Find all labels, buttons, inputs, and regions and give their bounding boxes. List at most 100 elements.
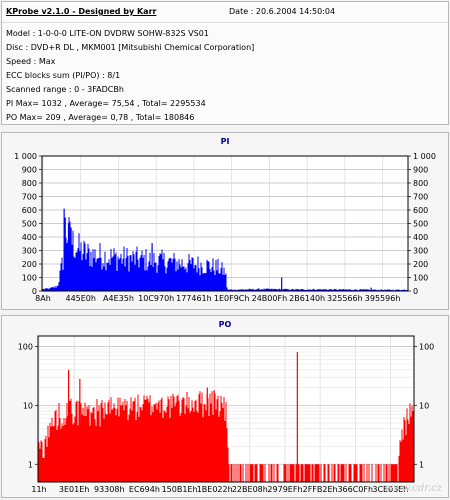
data-bar (192, 257, 194, 291)
data-bar (407, 419, 409, 482)
data-bar (43, 457, 45, 482)
data-bar (215, 260, 217, 291)
data-bar (61, 257, 63, 291)
pi-stats: PI Max= 1032 , Average= 75,54 , Total= 2… (6, 99, 206, 108)
data-bar (103, 418, 105, 482)
data-bar (202, 417, 204, 482)
data-bar (83, 240, 85, 291)
data-bar (175, 402, 177, 482)
data-bar (120, 253, 122, 291)
data-bar (215, 409, 217, 482)
data-bar (210, 403, 212, 482)
data-bar (145, 249, 147, 291)
data-spike (68, 369, 70, 482)
data-bar (77, 248, 79, 291)
data-bar (133, 400, 135, 482)
data-bar (176, 261, 178, 291)
data-bar (118, 416, 120, 482)
data-bar (181, 399, 183, 482)
data-bar (117, 397, 119, 482)
data-bar (240, 464, 242, 482)
data-bar (264, 464, 266, 482)
data-bar (104, 402, 106, 482)
data-bar (87, 243, 89, 291)
data-bar (409, 403, 411, 482)
data-bar (359, 464, 361, 482)
data-bar (182, 397, 184, 482)
data-bar (187, 408, 189, 482)
data-bar (222, 408, 224, 482)
data-bar (203, 272, 205, 291)
data-bar (135, 251, 137, 291)
data-bar (383, 464, 385, 482)
y-tick-label: 600 (22, 206, 37, 215)
data-bar (172, 393, 174, 482)
data-bar (155, 262, 157, 291)
data-bar (89, 266, 91, 291)
data-bar (114, 408, 116, 482)
data-bar (393, 464, 395, 482)
data-bar (337, 464, 339, 482)
data-bar (388, 464, 390, 482)
data-bar (385, 464, 387, 482)
data-bar (180, 413, 182, 482)
data-bar (221, 402, 223, 482)
data-bar (316, 464, 318, 482)
data-bar (218, 416, 220, 482)
data-bar (338, 464, 340, 482)
data-bar (200, 262, 202, 291)
data-spike (64, 217, 66, 291)
data-bar (186, 272, 188, 291)
data-bar (179, 264, 181, 291)
data-bar (116, 408, 118, 482)
data-bar (65, 418, 67, 482)
data-bar (158, 400, 160, 482)
data-bar (377, 464, 379, 482)
data-bar (312, 464, 314, 482)
data-bar (207, 261, 209, 291)
data-bar (195, 399, 197, 482)
data-bar (218, 273, 220, 291)
data-bar (122, 401, 124, 482)
data-bar (42, 457, 44, 482)
data-bar (196, 272, 198, 291)
data-bar (112, 408, 114, 482)
data-bar (54, 285, 56, 291)
data-bar (113, 248, 115, 291)
y-tick-label: 900 (22, 166, 37, 175)
data-spike (206, 387, 208, 482)
data-bar (51, 417, 53, 482)
data-bar (219, 273, 221, 291)
data-bar (85, 416, 87, 482)
data-bar (122, 258, 124, 291)
data-bar (324, 464, 326, 482)
data-bar (206, 259, 208, 291)
data-bar (54, 411, 56, 482)
data-bar (131, 410, 133, 482)
data-bar (268, 464, 270, 482)
data-bar (107, 402, 109, 482)
data-bar (128, 271, 130, 291)
data-bar (333, 464, 335, 482)
data-bar (142, 404, 144, 482)
data-bar (178, 259, 180, 291)
data-bar (92, 249, 94, 291)
data-bar (87, 408, 89, 482)
data-bar (396, 464, 398, 482)
data-bar (149, 395, 151, 482)
data-bar (166, 406, 168, 482)
x-tick-label: 8Ah (35, 294, 51, 303)
data-bar (96, 399, 98, 482)
data-bar (188, 253, 190, 291)
data-bar (273, 464, 275, 482)
y-tick-label-right: 100 (419, 342, 434, 351)
data-bar (182, 266, 184, 291)
data-bar (366, 464, 368, 482)
data-bar (69, 221, 71, 291)
data-bar (106, 414, 108, 482)
data-bar (80, 242, 82, 291)
data-bar (72, 424, 74, 482)
data-bar (185, 405, 187, 482)
data-bar (149, 252, 151, 291)
x-tick-label: 2FFB2Eh (303, 485, 338, 494)
